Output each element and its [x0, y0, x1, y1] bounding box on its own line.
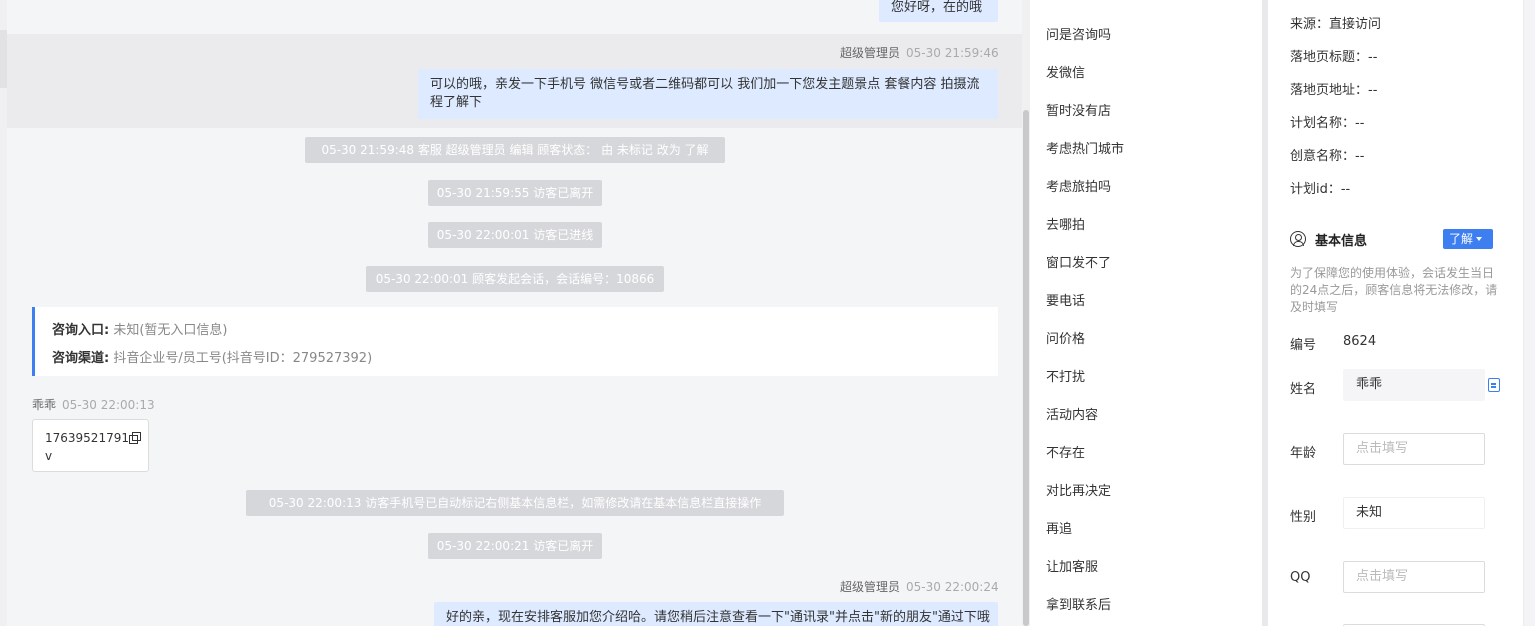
quick-reply-item[interactable]: 考虑热门城市	[1046, 138, 1124, 157]
copy-icon[interactable]	[128, 432, 141, 444]
creative-name-field: 创意名称：--	[1290, 149, 1365, 164]
agent-message-bubble: 好的亲，现在安排客服加您介绍哈。请您稍后注意查看一下"通讯录"并点击"新的朋友"…	[434, 602, 998, 626]
plan-name-field: 计划名称：--	[1290, 116, 1365, 131]
quick-reply-item[interactable]: 让加客服	[1046, 556, 1098, 575]
left-tab[interactable]	[0, 30, 7, 88]
consult-channel: 咨询渠道: 抖音企业号/员工号(抖音号ID：279527392)	[52, 347, 372, 366]
consult-channel-value: 抖音企业号/员工号(抖音号ID：279527392)	[113, 351, 373, 366]
quick-reply-item[interactable]: 再追	[1046, 518, 1072, 537]
edit-notice: 为了保障您的使用体验，会话发生当日的24点之后，顾客信息将无法修改，请及时填写	[1290, 266, 1498, 314]
plan-id-field: 计划id：--	[1290, 182, 1351, 197]
status-label: 了解	[1449, 232, 1474, 246]
gender-select[interactable]: 未知	[1343, 497, 1485, 529]
quick-reply-item[interactable]: 去哪拍	[1046, 214, 1085, 233]
user-icon	[1290, 231, 1306, 247]
qq-input[interactable]: 点击填写	[1343, 561, 1485, 593]
system-message: 05-30 22:00:13 访客手机号已自动标记右侧基本信息栏，如需修改请在基…	[246, 490, 784, 516]
age-input[interactable]: 点击填写	[1343, 433, 1485, 465]
quick-reply-item[interactable]: 对比再决定	[1046, 480, 1111, 499]
quick-reply-item[interactable]: 问是咨询吗	[1046, 24, 1111, 43]
right-edge-strip	[1523, 0, 1535, 626]
quick-reply-list: 问是咨询吗 发微信 暂时没有店 考虑热门城市 考虑旅拍吗 去哪拍 窗口发不了 要…	[1030, 0, 1262, 626]
name-field: 乖乖	[1343, 369, 1485, 401]
quick-reply-item[interactable]: 不打扰	[1046, 366, 1085, 385]
landing-title-field: 落地页标题：--	[1290, 50, 1378, 65]
basic-info-title: 基本信息	[1290, 229, 1367, 249]
message-meta: 乖乖 05-30 22:00:13	[32, 396, 155, 413]
consult-info-card: 咨询入口: 未知(暂无入口信息) 咨询渠道: 抖音企业号/员工号(抖音号ID：2…	[32, 307, 998, 376]
message-text: v	[45, 449, 53, 463]
source-field: 来源：直接访问	[1290, 17, 1382, 32]
message-time: 05-30 21:59:46	[906, 46, 999, 60]
consult-entry-value: 未知(暂无入口信息)	[113, 323, 228, 338]
name-label: 姓名	[1290, 382, 1317, 397]
quick-reply-item[interactable]: 考虑旅拍吗	[1046, 176, 1111, 195]
scrollbar-thumb[interactable]	[1023, 110, 1029, 626]
consult-channel-label: 咨询渠道:	[52, 351, 110, 366]
quick-reply-item[interactable]: 问价格	[1046, 328, 1085, 347]
message-time: 05-30 22:00:13	[62, 398, 155, 412]
quick-reply-item[interactable]: 不存在	[1046, 442, 1085, 461]
system-message: 05-30 22:00:01 顾客发起会话，会话编号：10866	[366, 266, 664, 292]
id-value: 8624	[1343, 334, 1377, 349]
age-label: 年龄	[1290, 446, 1317, 461]
quick-reply-item[interactable]: 活动内容	[1046, 404, 1098, 423]
agent-message-bubble: 可以的哦，亲发一下手机号 微信号或者二维码都可以 我们加一下您发主题景点 套餐内…	[418, 69, 998, 119]
id-label: 编号	[1290, 338, 1317, 353]
caret-down-icon	[1476, 237, 1483, 241]
quick-reply-item[interactable]: 暂时没有店	[1046, 100, 1111, 119]
status-dropdown[interactable]: 了解	[1443, 229, 1493, 249]
message-meta: 超级管理员 05-30 22:00:24	[840, 578, 999, 595]
phone-number: 17639521791	[45, 431, 129, 445]
consult-entry: 咨询入口: 未知(暂无入口信息)	[52, 319, 228, 338]
edit-icon[interactable]	[1488, 378, 1500, 392]
chat-scrollbar[interactable]	[1022, 0, 1030, 626]
app: 您好呀，在的哦 超级管理员 05-30 21:59:46 可以的哦，亲发一下手机号…	[0, 0, 1535, 626]
visitor-message-bubble: 17639521791 v	[32, 419, 149, 472]
sender-name: 超级管理员	[840, 580, 901, 594]
basic-info-label: 基本信息	[1315, 233, 1368, 249]
customer-info-panel: 来源：直接访问 落地页标题：-- 落地页地址：-- 计划名称：-- 创意名称：-…	[1268, 0, 1523, 626]
quick-reply-item[interactable]: 窗口发不了	[1046, 252, 1111, 271]
message-time: 05-30 22:00:24	[906, 580, 999, 594]
landing-url-field: 落地页地址：--	[1290, 83, 1378, 98]
left-strip	[0, 0, 7, 626]
quick-reply-item[interactable]: 要电话	[1046, 290, 1085, 309]
gender-label: 性别	[1290, 510, 1317, 525]
agent-message-bubble: 您好呀，在的哦	[879, 0, 998, 22]
quick-reply-item[interactable]: 发微信	[1046, 62, 1085, 81]
chat-area: 您好呀，在的哦 超级管理员 05-30 21:59:46 可以的哦，亲发一下手机号…	[7, 0, 1022, 626]
qq-label: QQ	[1290, 570, 1311, 585]
system-message: 05-30 22:00:21 访客已离开	[428, 533, 602, 559]
quick-reply-item[interactable]: 拿到联系后	[1046, 594, 1111, 613]
system-message: 05-30 21:59:55 访客已离开	[428, 180, 602, 206]
system-message: 05-30 21:59:48 客服 超级管理员 编辑 顾客状态： 由 未标记 改…	[305, 137, 725, 163]
consult-entry-label: 咨询入口:	[52, 323, 110, 338]
sender-name: 乖乖	[32, 398, 57, 412]
system-message: 05-30 22:00:01 访客已进线	[428, 222, 602, 248]
sender-name: 超级管理员	[840, 46, 901, 60]
message-meta: 超级管理员 05-30 21:59:46	[840, 44, 999, 61]
